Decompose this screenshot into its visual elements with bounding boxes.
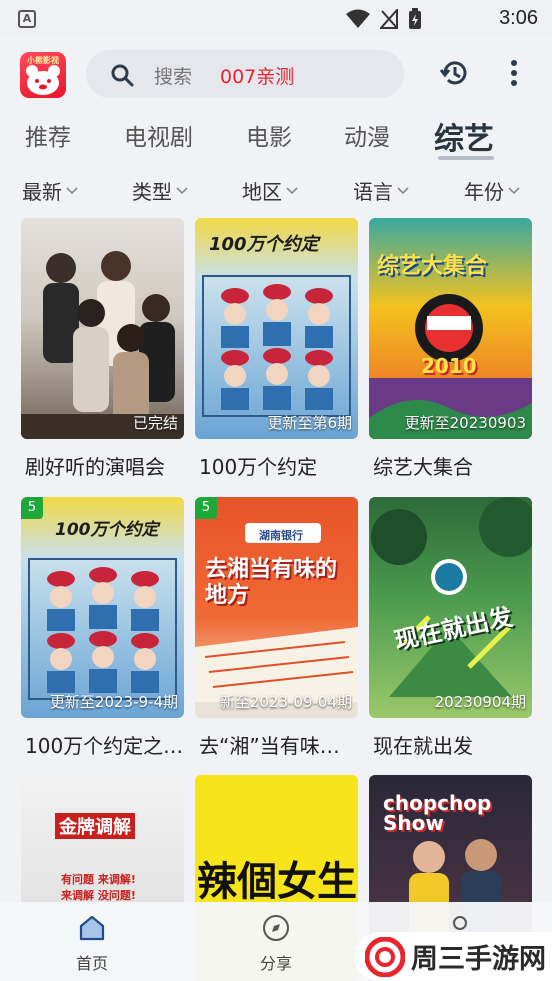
filter-sort-label: 最新	[22, 180, 62, 204]
poster-image: 100万个约定 更新至第6期	[195, 218, 358, 439]
battery-charging-icon	[409, 8, 421, 29]
episode-badge: 更新至2023-9-4期	[49, 693, 178, 711]
filter-region-label: 地区	[242, 180, 282, 204]
top-bar: 小熊影视 搜索 007亲测	[0, 46, 552, 104]
poster-image: 已完结	[21, 218, 184, 439]
poster-title: 辣個女生	[197, 859, 357, 905]
poster-line-1: 有问题 来调解!	[61, 873, 136, 886]
chevron-down-icon	[508, 186, 520, 194]
more-options-icon[interactable]	[502, 58, 526, 88]
chevron-down-icon	[176, 186, 188, 194]
filter-type[interactable]: 类型	[132, 176, 188, 205]
poster-figures	[21, 251, 184, 439]
active-tab-indicator	[438, 156, 494, 160]
card-title: 100万个约定	[199, 455, 318, 479]
watermark-text: 周三手游网	[411, 944, 546, 975]
poster-image: 湖南银行 去湘当有味的地方 5 新至2023-09-04期	[195, 497, 358, 718]
watermark-logo-icon	[365, 936, 405, 977]
notification-icon: A	[18, 10, 36, 28]
chevron-down-icon	[397, 186, 409, 194]
no-signal-icon	[380, 9, 398, 29]
poster-bank-name: 湖南银行	[259, 529, 303, 542]
search-icon	[111, 64, 134, 87]
chevron-down-icon	[66, 186, 78, 194]
chevron-down-icon	[286, 186, 298, 194]
tab-anime[interactable]: 动漫	[344, 118, 390, 152]
nav-home-label: 首页	[75, 954, 108, 973]
nav-share[interactable]: 分享	[236, 914, 316, 974]
filter-region[interactable]: 地区	[242, 176, 298, 205]
poster-title: 综艺大集合	[377, 254, 488, 279]
tab-movies[interactable]: 电影	[246, 118, 292, 152]
episode-badge: 已完结	[132, 414, 178, 432]
filter-language-label: 语言	[353, 180, 393, 204]
filter-language[interactable]: 语言	[353, 176, 409, 205]
search-promo-text: 007亲测	[220, 66, 295, 88]
category-tabs: 推荐 电视剧 电影 动漫 综艺	[0, 112, 552, 162]
poster-title: 100万个约定	[55, 520, 159, 540]
episode-badge: 20230904期	[434, 693, 526, 711]
card-title: 综艺大集合	[373, 455, 473, 479]
filter-year[interactable]: 年份	[464, 176, 520, 205]
watermark: 周三手游网	[355, 932, 552, 981]
poster-year: 2010	[421, 354, 477, 378]
poster-title: chopchop Show	[383, 791, 492, 835]
tab-tv-series[interactable]: 电视剧	[124, 118, 193, 152]
card-title: 现在就出发	[373, 734, 473, 758]
episode-badge: 更新至第6期	[267, 414, 352, 432]
status-bar: A 3:06	[0, 0, 552, 38]
tab-variety[interactable]: 综艺	[434, 114, 494, 158]
poster-title: 100万个约定	[209, 234, 319, 255]
poster-line-2: 来调解 没问题!	[61, 889, 136, 902]
poster-title: 金牌调解	[55, 813, 135, 839]
count-badge: 5	[195, 497, 217, 519]
count-badge: 5	[21, 497, 43, 519]
filter-bar: 最新 类型 地区 语言 年份	[0, 172, 552, 206]
poster-title: 去湘当有味的地方	[205, 557, 338, 608]
search-placeholder: 搜索	[154, 66, 193, 88]
nav-share-label: 分享	[259, 954, 292, 973]
filter-sort[interactable]: 最新	[22, 176, 78, 205]
episode-badge: 新至2023-09-04期	[219, 693, 352, 711]
search-bar[interactable]: 搜索 007亲测	[86, 50, 404, 98]
home-icon	[79, 915, 105, 941]
history-icon[interactable]	[440, 58, 470, 88]
status-icons	[346, 8, 422, 30]
compass-icon	[263, 915, 289, 941]
wifi-icon	[346, 9, 370, 28]
card-title: 剧好听的演唱会	[25, 455, 165, 479]
status-time: 3:06	[499, 7, 538, 29]
filter-type-label: 类型	[132, 180, 172, 204]
poster-image: 100万个约定 5 更新至2023-9-4期	[21, 497, 184, 718]
poster-image: 现在就出发 20230904期	[369, 497, 532, 718]
filter-year-label: 年份	[464, 180, 504, 204]
card-title: 去“湘”当有味…	[199, 734, 340, 758]
bear-logo-icon	[26, 65, 60, 95]
nav-home[interactable]: 首页	[52, 914, 132, 974]
card-title: 100万个约定之…	[25, 734, 184, 758]
app-logo[interactable]: 小熊影视	[20, 52, 66, 98]
poster-image: 综艺大集合 2010 更新至20230903	[369, 218, 532, 439]
episode-badge: 更新至20230903	[404, 414, 526, 432]
tab-recommend[interactable]: 推荐	[25, 118, 71, 152]
